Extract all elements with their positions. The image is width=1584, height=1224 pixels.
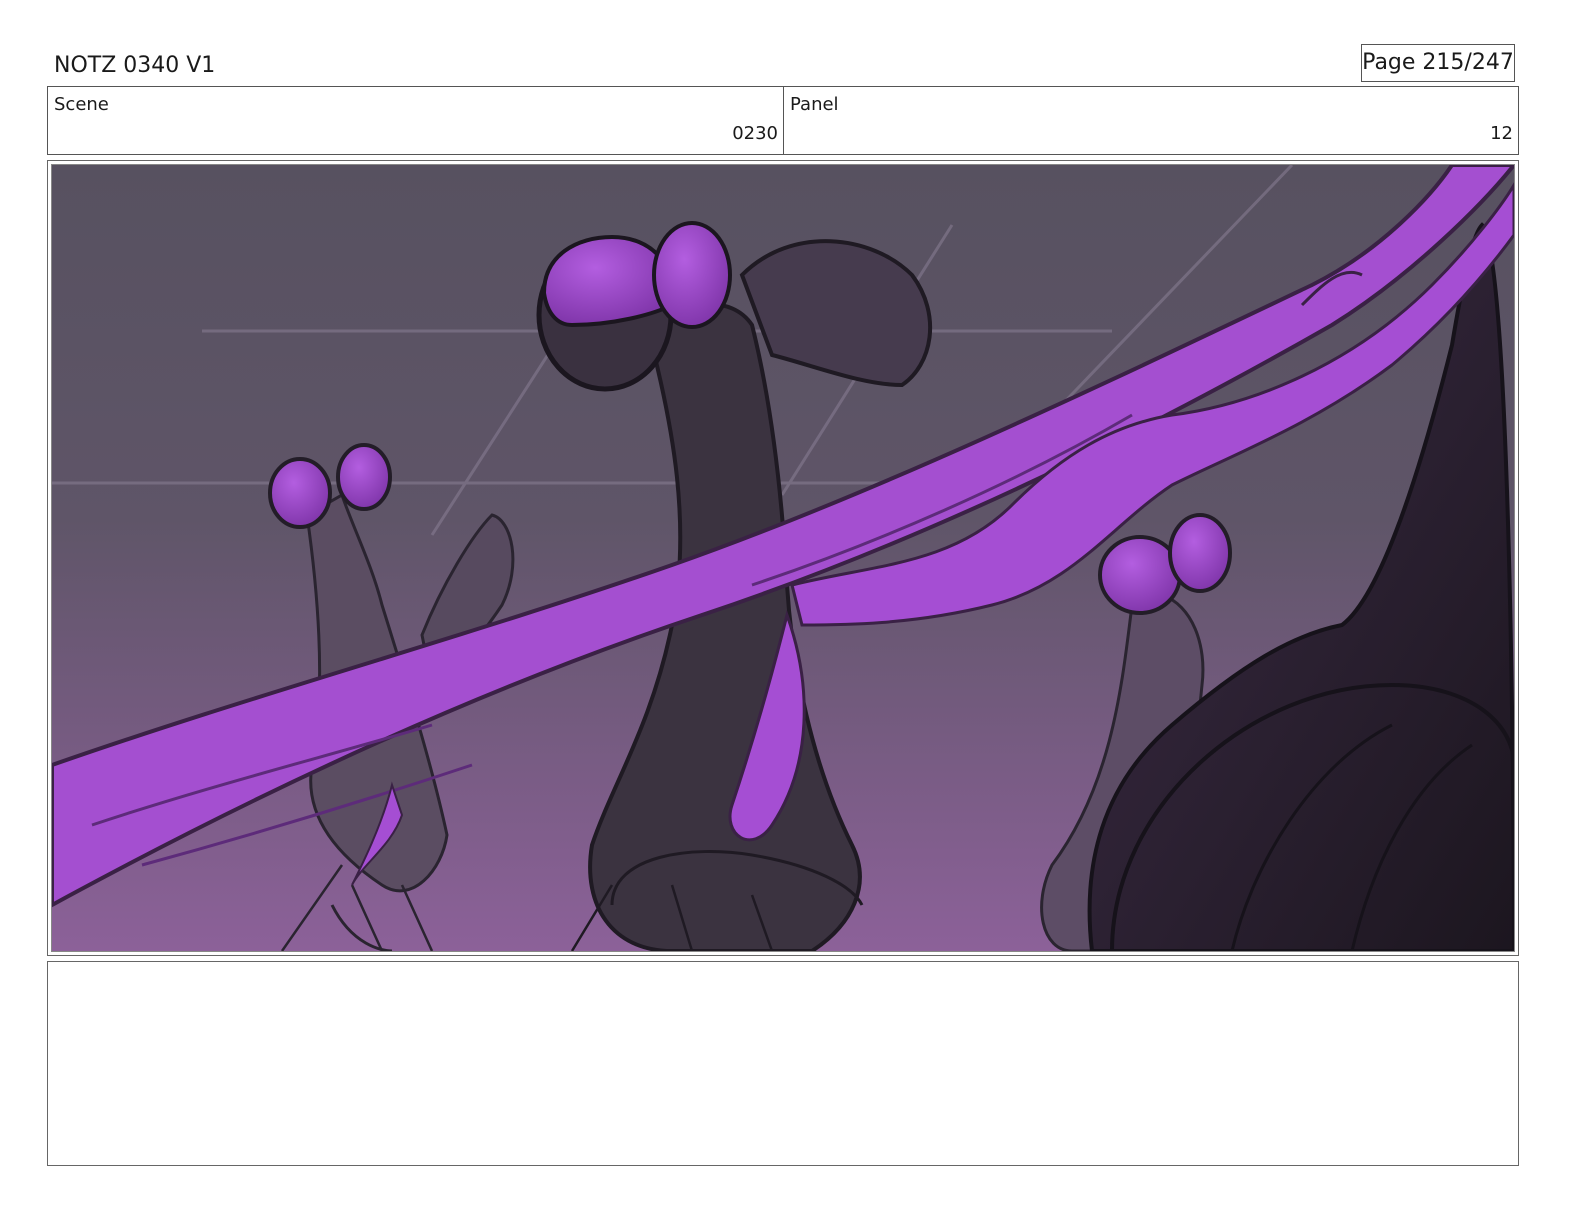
panel-value: 12 (1490, 123, 1513, 144)
scene-label: Scene (54, 94, 109, 115)
page-number-box: Page 215/247 (1361, 44, 1515, 82)
storyboard-frame-inner (51, 164, 1515, 952)
storyboard-illustration (52, 165, 1514, 951)
notes-box (47, 961, 1519, 1166)
scene-panel-info: Scene 0230 Panel 12 (47, 86, 1519, 155)
scene-value: 0230 (732, 123, 778, 144)
scene-cell: Scene 0230 (48, 87, 784, 154)
storyboard-frame (47, 160, 1519, 956)
document-title: NOTZ 0340 V1 (54, 53, 216, 78)
panel-label: Panel (790, 94, 839, 115)
panel-cell: Panel 12 (784, 87, 1518, 154)
